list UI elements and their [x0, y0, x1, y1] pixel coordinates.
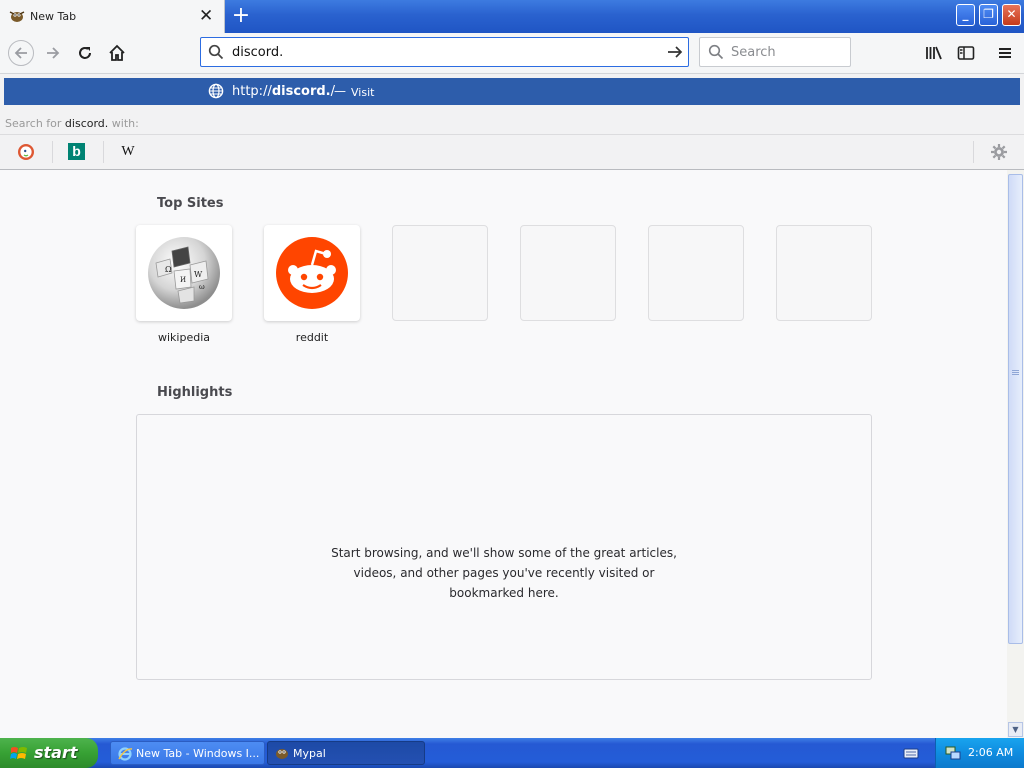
- go-arrow-icon[interactable]: [666, 43, 684, 61]
- hamburger-menu-icon: [999, 48, 1011, 58]
- globe-icon: [208, 83, 224, 99]
- search-settings-button[interactable]: [990, 143, 1008, 161]
- taskbar-item-mypal[interactable]: Mypal: [267, 741, 425, 765]
- back-arrow-icon: [14, 47, 27, 59]
- start-label: start: [34, 743, 78, 762]
- close-button[interactable]: ✕: [1002, 4, 1021, 26]
- restore-icon: ❐: [983, 7, 994, 21]
- engine-separator: [103, 141, 104, 163]
- library-icon: [926, 46, 942, 60]
- url-autocomplete-popup: http://discord./ — Visit Search for disc…: [0, 74, 1024, 170]
- network-icon[interactable]: [944, 745, 962, 761]
- restore-button[interactable]: ❐: [979, 4, 998, 26]
- reddit-icon: [276, 237, 348, 309]
- reload-button[interactable]: [73, 41, 97, 65]
- new-tab-button[interactable]: +: [231, 4, 251, 28]
- highlights-panel: Start browsing, and we'll show some of t…: [136, 414, 872, 680]
- svg-text:Ω: Ω: [165, 265, 172, 274]
- taskbar-item-ie[interactable]: New Tab - Windows I...: [110, 741, 265, 765]
- navigation-toolbar: discord. Search: [0, 33, 1024, 74]
- suggestion-separator: —: [334, 84, 346, 98]
- top-site-empty-slot: [520, 225, 616, 321]
- highlights-empty-message: Start browsing, and we'll show some of t…: [331, 546, 677, 600]
- tab-new-tab[interactable]: New Tab ✕: [0, 0, 225, 33]
- scroll-down-arrow-icon[interactable]: ▼: [1008, 722, 1023, 737]
- vertical-scrollbar[interactable]: ▼: [1007, 170, 1024, 738]
- sidebar-icon: [957, 46, 975, 60]
- tab-title: New Tab: [30, 10, 77, 23]
- home-button[interactable]: [105, 41, 129, 65]
- top-site-label: reddit: [295, 331, 329, 344]
- top-site-empty-slot: [776, 225, 872, 321]
- suggestion-url: http://discord./: [232, 84, 336, 99]
- menu-button[interactable]: [993, 41, 1017, 65]
- svg-text:W: W: [194, 270, 203, 279]
- engine-wikipedia[interactable]: W: [119, 143, 137, 161]
- search-icon: [208, 44, 224, 60]
- engine-bing[interactable]: b: [68, 143, 86, 161]
- engine-separator: [973, 141, 974, 163]
- search-box[interactable]: Search: [699, 37, 851, 67]
- minimize-icon: _: [962, 7, 969, 21]
- close-icon: ✕: [1006, 7, 1017, 21]
- taskbar-item-label: New Tab - Windows I...: [136, 747, 260, 760]
- suggestion-action-label: Visit: [351, 86, 375, 99]
- engine-duckduckgo[interactable]: [17, 143, 35, 161]
- internet-explorer-icon: [118, 747, 133, 761]
- engine-separator: [52, 141, 53, 163]
- url-bar[interactable]: discord.: [200, 37, 689, 67]
- mypal-favicon-icon: [9, 11, 25, 22]
- forward-arrow-icon: [47, 47, 60, 59]
- taskbar: start New Tab - Windows I... Mypal 2:06 …: [0, 738, 1024, 768]
- new-tab-page: Top Sites Ω W И ω wikipedia reddit Highl…: [0, 170, 1007, 738]
- minimize-button[interactable]: _: [956, 4, 975, 26]
- scrollbar-thumb[interactable]: [1008, 174, 1023, 644]
- home-icon: [109, 44, 125, 61]
- title-bar: New Tab ✕ + _ ❐ ✕: [0, 0, 1024, 33]
- duckduckgo-icon: [18, 144, 34, 160]
- reload-icon: [79, 47, 91, 59]
- svg-text:ω: ω: [199, 283, 205, 291]
- mypal-icon: [276, 749, 288, 759]
- search-input[interactable]: Search: [731, 45, 776, 60]
- top-site-empty-slot: [392, 225, 488, 321]
- top-site-tile-reddit[interactable]: [264, 225, 360, 321]
- search-for-label: Search for discord. with:: [5, 117, 139, 130]
- back-button[interactable]: [8, 40, 34, 66]
- url-input[interactable]: discord.: [232, 45, 283, 60]
- highlights-heading: Highlights: [157, 385, 233, 400]
- sidebar-button[interactable]: [954, 41, 978, 65]
- top-site-tile-wikipedia[interactable]: Ω W И ω: [136, 225, 232, 321]
- search-icon: [708, 44, 724, 60]
- system-tray: 2:06 AM: [935, 738, 1024, 768]
- top-site-label: wikipedia: [157, 331, 210, 344]
- clock: 2:06 AM: [968, 746, 1014, 759]
- search-engines-row: b W: [0, 134, 1024, 169]
- taskbar-item-label: Mypal: [293, 747, 326, 760]
- start-button[interactable]: start: [0, 738, 98, 768]
- top-site-empty-slot: [648, 225, 744, 321]
- tab-close-icon[interactable]: ✕: [199, 6, 213, 26]
- wikipedia-icon: W: [121, 144, 135, 159]
- visit-suggestion-row[interactable]: http://discord./ — Visit: [4, 78, 1020, 105]
- top-sites-heading: Top Sites: [157, 196, 224, 211]
- keyboard-icon[interactable]: [903, 746, 919, 760]
- wikipedia-globe-icon: Ω W И ω: [148, 237, 220, 309]
- gear-icon: [991, 144, 1007, 160]
- forward-button[interactable]: [41, 41, 65, 65]
- svg-text:И: И: [180, 276, 186, 284]
- bing-icon: b: [68, 143, 85, 160]
- windows-logo-icon: [10, 747, 27, 759]
- library-button[interactable]: [922, 41, 946, 65]
